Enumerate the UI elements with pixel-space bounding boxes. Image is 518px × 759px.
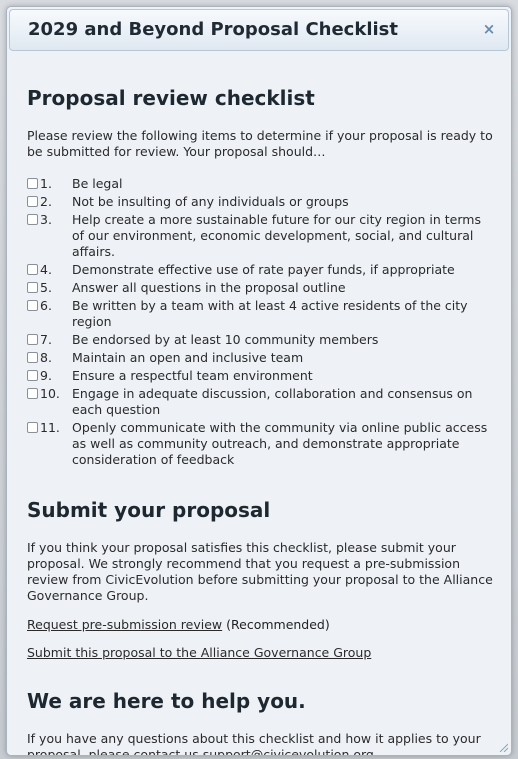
- checklist-item-number: 1.: [40, 176, 52, 191]
- help-heading: We are here to help you.: [27, 689, 306, 713]
- checklist-checkbox[interactable]: [27, 422, 38, 433]
- checklist-checkbox[interactable]: [27, 196, 38, 207]
- checklist-checkbox[interactable]: [27, 282, 38, 293]
- checklist-item-number: 5.: [40, 280, 52, 295]
- close-icon[interactable]: ×: [480, 20, 498, 38]
- checklist-item-text: Be endorsed by at least 10 community mem…: [72, 332, 379, 347]
- checklist-item: 11. Openly communicate with the community…: [27, 420, 493, 468]
- checklist-item-number: 10.: [40, 386, 60, 401]
- checklist-checkbox[interactable]: [27, 300, 38, 311]
- review-note: (Recommended): [222, 617, 330, 632]
- help-text: If you have any questions about this che…: [27, 731, 481, 756]
- checklist-item: 4. Demonstrate effective use of rate paye…: [27, 262, 493, 278]
- submit-proposal-link[interactable]: Submit this proposal to the Alliance Gov…: [27, 645, 371, 660]
- checklist-item-number: 7.: [40, 332, 52, 347]
- resize-grip-icon[interactable]: [498, 742, 508, 752]
- checklist-checkbox[interactable]: [27, 370, 38, 381]
- checklist-item-number: 4.: [40, 262, 52, 277]
- checklist-item-text: Be written by a team with at least 4 act…: [72, 298, 468, 329]
- dialog-content: Proposal review checklist Please review …: [7, 86, 511, 756]
- checklist-dialog: 2029 and Beyond Proposal Checklist × Pro…: [6, 6, 512, 756]
- checklist-item: 2. Not be insulting of any individuals or…: [27, 194, 493, 210]
- review-heading: Proposal review checklist: [27, 86, 315, 110]
- checklist-item-text: Maintain an open and inclusive team: [72, 350, 304, 365]
- checklist-item: 3. Help create a more sustainable future …: [27, 212, 493, 260]
- review-link-line: Request pre-submission review (Recommend…: [27, 617, 493, 633]
- submit-heading: Submit your proposal: [27, 498, 271, 522]
- checklist-item-number: 8.: [40, 350, 52, 365]
- checklist-checkbox[interactable]: [27, 388, 38, 399]
- checklist-checkbox[interactable]: [27, 352, 38, 363]
- checklist-item-number: 9.: [40, 368, 52, 383]
- request-review-link[interactable]: Request pre-submission review: [27, 617, 222, 632]
- checklist-item: 9. Ensure a respectful team environment: [27, 368, 493, 384]
- submit-text: If you think your proposal satisfies thi…: [27, 540, 493, 603]
- checklist-item: 5. Answer all questions in the proposal o…: [27, 280, 493, 296]
- checklist-item-text: Be legal: [72, 176, 123, 191]
- checklist-checkbox[interactable]: [27, 178, 38, 189]
- checklist-item-number: 2.: [40, 194, 52, 209]
- checklist-item-text: Not be insulting of any individuals or g…: [72, 194, 349, 209]
- dialog-titlebar[interactable]: 2029 and Beyond Proposal Checklist ×: [9, 9, 509, 51]
- checklist-checkbox[interactable]: [27, 214, 38, 225]
- checklist-item-number: 11.: [40, 420, 60, 435]
- checklist-checkbox[interactable]: [27, 334, 38, 345]
- checklist-item-text: Answer all questions in the proposal out…: [72, 280, 346, 295]
- checklist-item-text: Help create a more sustainable future fo…: [72, 212, 481, 259]
- checklist-item-text: Demonstrate effective use of rate payer …: [72, 262, 455, 277]
- checklist-item-text: Openly communicate with the community vi…: [72, 420, 488, 467]
- dialog-title: 2029 and Beyond Proposal Checklist: [28, 19, 398, 40]
- checklist-item: 1. Be legal: [27, 176, 493, 192]
- checklist-item: 8. Maintain an open and inclusive team: [27, 350, 493, 366]
- checklist-item-number: 6.: [40, 298, 52, 313]
- checklist-item-text: Engage in adequate discussion, collabora…: [72, 386, 473, 417]
- checklist-item-text: Ensure a respectful team environment: [72, 368, 313, 383]
- checklist-item-number: 3.: [40, 212, 52, 227]
- checklist: 1. Be legal 2. Not be insulting of any indi…: [27, 176, 493, 468]
- checklist-item: 7. Be endorsed by at least 10 community m…: [27, 332, 493, 348]
- checklist-item: 6. Be written by a team with at least 4 a…: [27, 298, 493, 330]
- review-intro: Please review the following items to det…: [27, 128, 493, 159]
- checklist-item: 10. Engage in adequate discussion, collab…: [27, 386, 493, 418]
- checklist-checkbox[interactable]: [27, 264, 38, 275]
- submit-link-line: Submit this proposal to the Alliance Gov…: [27, 645, 493, 661]
